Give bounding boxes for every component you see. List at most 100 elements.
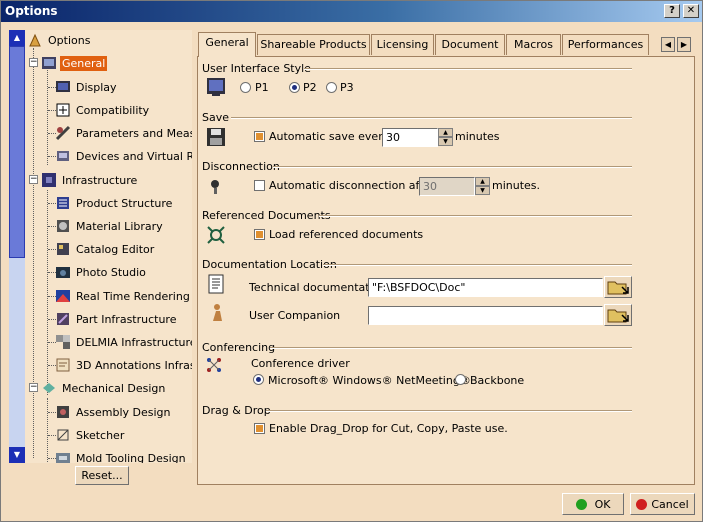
section-ui-style: User Interface Style [202,62,311,75]
radio-netmeeting[interactable] [253,374,264,385]
tree-item-real-time-rendering[interactable]: Real Time Rendering [55,286,192,306]
devices-icon [55,148,71,164]
folder-open-icon [607,281,629,295]
tab-macros[interactable]: Macros [506,34,561,55]
scroll-thumb[interactable] [9,46,25,258]
options-tree: ▲ ▼ − − − Options General Display Compat… [9,30,192,463]
cancel-button[interactable]: Cancel [630,493,695,515]
tree-item-part-infrastructure[interactable]: Part Infrastructure [55,309,178,329]
radio-p3[interactable] [326,82,337,93]
tree-item-product-structure[interactable]: Product Structure [55,193,174,213]
tree-item-devices[interactable]: Devices and Virtual Realit [55,146,192,166]
collapse-mechanical-icon[interactable]: − [29,383,38,392]
label-netmeeting: Microsoft® Windows® NetMeeting® [268,374,471,387]
browse-user-companion-button[interactable] [604,304,632,326]
tree-item-photo-studio[interactable]: Photo Studio [55,262,148,282]
label-p2: P2 [303,81,317,94]
collapse-general-icon[interactable]: − [29,58,38,67]
catalog-editor-icon [55,241,71,257]
auto-disconnect-unit: minutes. [492,179,541,192]
ui-style-icon [206,77,226,97]
tree-item-mechanical-design[interactable]: Mechanical Design [41,378,167,398]
label-p1: P1 [255,81,269,94]
material-library-icon [55,218,71,234]
radio-backbone[interactable] [455,374,466,385]
tab-general[interactable]: General [198,32,256,57]
radio-p1[interactable] [240,82,251,93]
tree-item-delmia[interactable]: DELMIA Infrastructure [55,332,192,352]
section-conferencing: Conferencing [202,341,276,354]
tab-scroll-left-icon[interactable]: ◀ [661,37,675,52]
technical-documentation-input[interactable]: "F:\BSFDOC\Doc" [368,278,603,297]
close-button[interactable]: ✕ [683,4,699,18]
tree-item-assembly-design[interactable]: Assembly Design [55,402,173,422]
tab-document[interactable]: Document [435,34,505,55]
tree-item-display[interactable]: Display [55,77,119,97]
radio-p2[interactable] [289,82,300,93]
ok-icon [575,499,587,510]
spin-down-icon[interactable]: ▼ [475,186,490,195]
spin-up-icon[interactable]: ▲ [475,177,490,186]
conference-icon [205,356,225,376]
product-structure-icon [55,195,71,211]
tab-scroll-right-icon[interactable]: ▶ [677,37,691,52]
mechanical-design-icon [41,380,57,396]
help-button[interactable]: ? [664,4,680,18]
user-companion-input[interactable] [368,306,603,325]
auto-disconnect-label: Automatic disconnection after [269,179,435,192]
reset-button[interactable]: Reset... [75,466,129,485]
documentation-icon [207,274,227,294]
tree-item-compatibility[interactable]: Compatibility [55,100,151,120]
auto-disconnect-minutes-input[interactable]: 30 [419,177,475,196]
tab-licensing[interactable]: Licensing [371,34,434,55]
spin-down-icon[interactable]: ▼ [438,137,453,146]
tree-scrollbar[interactable]: ▲ ▼ [9,30,25,463]
title-bar[interactable]: Options ? ✕ [1,1,702,22]
load-referenced-documents-label: Load referenced documents [269,228,424,241]
photo-studio-icon [55,264,71,280]
tree-item-mold-tooling[interactable]: Mold Tooling Design [55,448,188,463]
auto-save-spinner[interactable]: ▲ ▼ [438,128,453,147]
tree-item-parameters[interactable]: Parameters and Measure [55,123,192,143]
tab-shareable-products[interactable]: Shareable Products [257,34,370,55]
drag-drop-label: Enable Drag_Drop for Cut, Copy, Paste us… [269,422,508,435]
tree-item-catalog-editor[interactable]: Catalog Editor [55,239,156,259]
tree-item-3d-annotations[interactable]: 3D Annotations Infrastru [55,355,192,375]
auto-save-checkbox[interactable] [254,131,265,142]
spin-up-icon[interactable]: ▲ [438,128,453,137]
load-referenced-documents-checkbox[interactable] [254,229,265,240]
annotations-icon [55,357,71,373]
scroll-up-icon[interactable]: ▲ [9,30,25,46]
tree-root[interactable]: Options [27,30,92,50]
tab-performances[interactable]: Performances [562,34,649,55]
technical-documentation-label: Technical documentation [249,281,387,294]
auto-disconnect-spinner[interactable]: ▲ ▼ [475,177,490,196]
label-backbone: Backbone [470,374,525,387]
window-title: Options [5,4,58,18]
tree-item-material-library[interactable]: Material Library [55,216,165,236]
browse-technical-documentation-button[interactable] [604,276,632,298]
cancel-icon [636,499,648,510]
section-referenced-documents: Referenced Documents [202,209,331,222]
scroll-down-icon[interactable]: ▼ [9,447,25,463]
parameters-icon [55,125,71,141]
folder-open-icon [607,309,629,323]
auto-save-minutes-input[interactable]: 30 [382,128,438,147]
section-documentation-location: Documentation Location [202,258,337,271]
tree-item-sketcher[interactable]: Sketcher [55,425,126,445]
section-drag-drop: Drag & Drop [202,404,271,417]
display-icon [55,79,71,95]
part-infrastructure-icon [55,311,71,327]
auto-disconnect-checkbox[interactable] [254,180,265,191]
ok-button[interactable]: OK [562,493,624,515]
tree-item-general[interactable]: General [41,53,108,73]
collapse-infrastructure-icon[interactable]: − [29,175,38,184]
options-root-icon [27,32,43,48]
disconnect-plug-icon [207,177,227,197]
tree-item-infrastructure[interactable]: Infrastructure [41,170,139,190]
referenced-documents-icon [206,225,226,245]
floppy-disk-icon [206,127,226,147]
delmia-icon [55,334,71,350]
drag-drop-checkbox[interactable] [254,423,265,434]
options-dialog: Options ? ✕ ▲ ▼ − − − Options General Di… [0,0,703,522]
